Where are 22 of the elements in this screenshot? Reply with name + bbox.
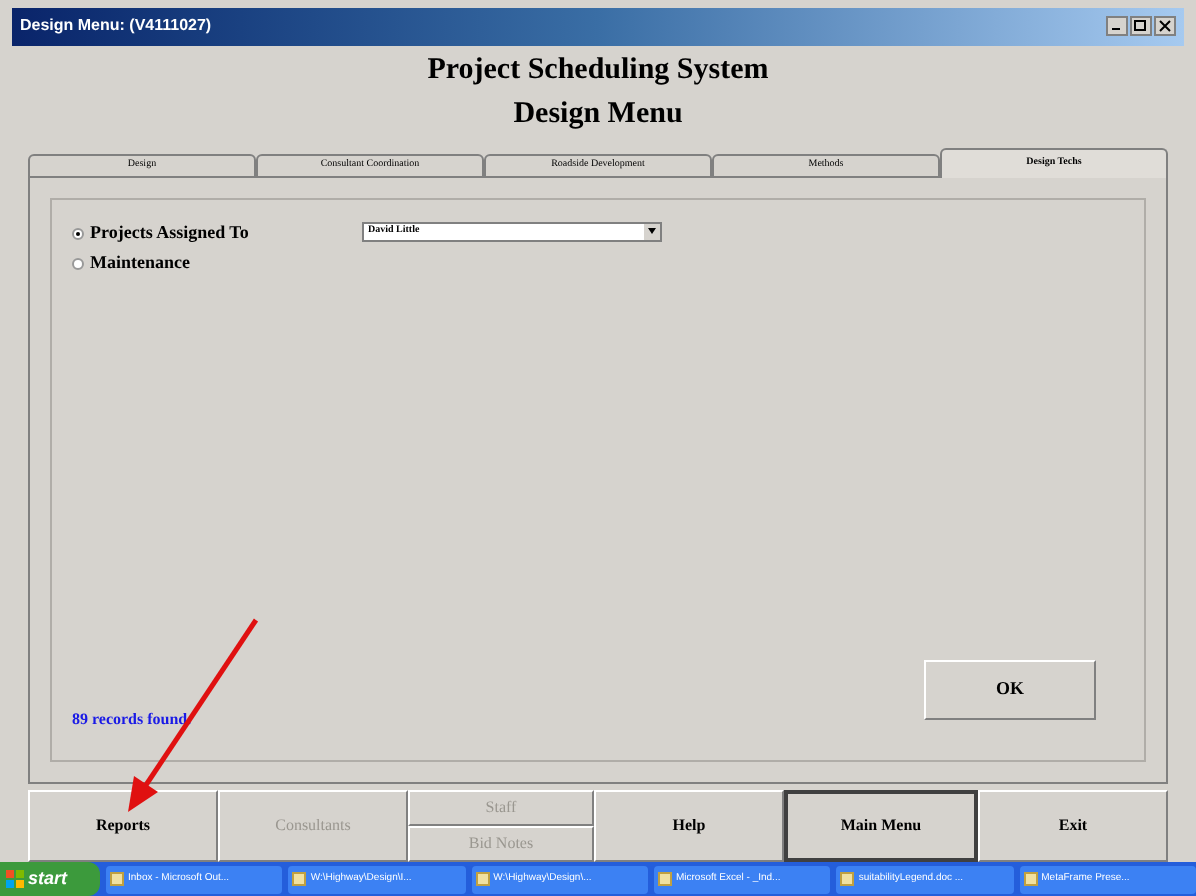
close-icon[interactable]: [1154, 16, 1176, 37]
toolbar-button[interactable]: Main Menu: [784, 790, 978, 862]
toolbar-button[interactable]: Help: [594, 790, 784, 862]
app-icon: [110, 872, 124, 886]
minimize-icon[interactable]: [1106, 16, 1128, 37]
radio-option[interactable]: Projects Assigned To: [72, 219, 362, 247]
toolbar-button[interactable]: Exit: [978, 790, 1168, 862]
app-icon: [292, 872, 307, 886]
start-button[interactable]: start: [0, 862, 100, 896]
toolbar-button[interactable]: Reports: [28, 790, 218, 862]
radio-option[interactable]: Maintenance: [72, 250, 362, 278]
maximize-icon[interactable]: [1130, 16, 1152, 37]
caret-icon: [644, 223, 660, 240]
app-icon: [657, 872, 672, 886]
window-title: Design Menu: (V4111027): [20, 14, 212, 39]
app-heading: Project Scheduling System: [427, 51, 769, 90]
app-icon: [840, 872, 855, 886]
ok-button[interactable]: OK: [924, 660, 1096, 721]
app-icon: [1023, 872, 1038, 886]
windows-logo-icon: [6, 870, 24, 888]
app-icon: [475, 872, 490, 886]
menu-heading: Design Menu: [513, 95, 683, 134]
